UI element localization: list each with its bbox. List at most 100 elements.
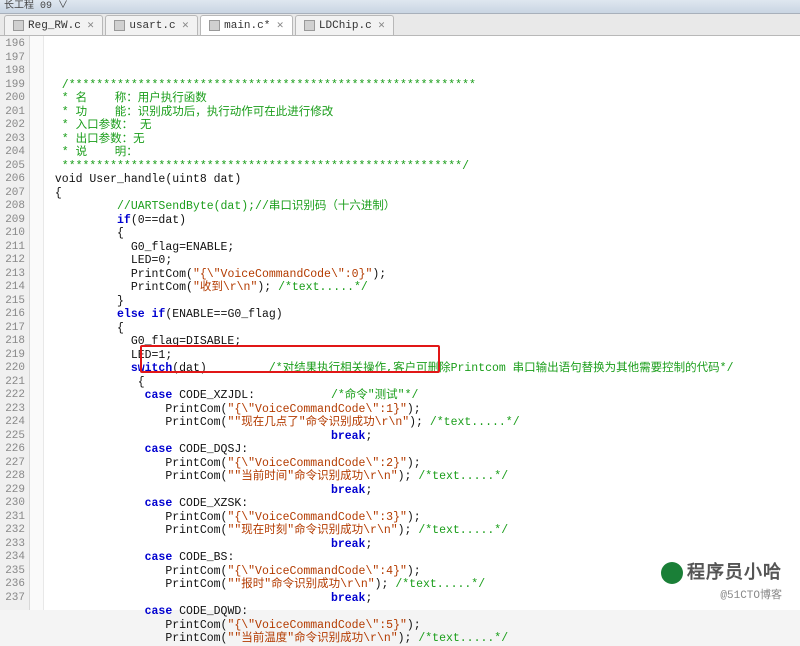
code-line[interactable]: { [48,376,800,390]
line-number: 237 [0,592,25,606]
code-line[interactable]: * 功 能：识别成功后，执行动作可在此进行修改 [48,106,800,120]
code-line[interactable]: * 出口参数：无 [48,133,800,147]
line-number: 207 [0,187,25,201]
line-number: 233 [0,538,25,552]
file-icon [13,20,24,31]
code-line[interactable]: case CODE_XZJDL: /*命令"测试"*/ [48,389,800,403]
line-number: 206 [0,173,25,187]
code-line[interactable]: /***************************************… [48,79,800,93]
code-line[interactable]: LED=0; [48,254,800,268]
close-icon[interactable]: ✕ [182,21,190,31]
code-line[interactable]: ****************************************… [48,160,800,174]
line-number: 198 [0,65,25,79]
line-number: 227 [0,457,25,471]
line-number: 202 [0,119,25,133]
line-number: 215 [0,295,25,309]
code-area[interactable]: /***************************************… [44,36,800,610]
code-line[interactable]: PrintCom("{\"VoiceCommandCode\":3}"); [48,511,800,525]
watermark: 程序员小哈 @51CTO博客 [661,558,782,602]
watermark-sub: @51CTO博客 [661,586,782,602]
code-line[interactable]: PrintCom(""现在时刻"命令识别成功\r\n"); /*text....… [48,524,800,538]
code-line[interactable]: G0_flag=ENABLE; [48,241,800,255]
code-line[interactable]: case CODE_XZSK: [48,497,800,511]
file-icon [209,20,220,31]
line-number: 225 [0,430,25,444]
tab-usartc[interactable]: usart.c ✕ [105,15,198,35]
tab-RegRWc[interactable]: Reg_RW.c ✕ [4,15,103,35]
code-line[interactable]: break; [48,484,800,498]
code-line[interactable]: PrintCom(""当前时间"命令识别成功\r\n"); /*text....… [48,470,800,484]
code-line[interactable]: * 名 称：用户执行函数 [48,92,800,106]
tab-label: usart.c [129,20,175,32]
code-line[interactable]: PrintCom("收到\r\n"); /*text.....*/ [48,281,800,295]
tab-mainc[interactable]: main.c* ✕ [200,15,293,35]
line-number: 236 [0,578,25,592]
code-line[interactable]: PrintCom("{\"VoiceCommandCode\":5}"); [48,619,800,633]
close-icon[interactable]: ✕ [378,21,386,31]
line-number: 229 [0,484,25,498]
code-line[interactable]: break; [48,430,800,444]
line-number: 221 [0,376,25,390]
code-line[interactable]: * 说 明： [48,146,800,160]
code-line[interactable]: break; [48,538,800,552]
tab-label: Reg_RW.c [28,20,81,32]
line-number: 208 [0,200,25,214]
watermark-name: 程序员小哈 [687,564,782,584]
line-number: 219 [0,349,25,363]
line-number: 230 [0,497,25,511]
code-line[interactable]: PrintCom(""当前温度"命令识别成功\r\n"); /*text....… [48,632,800,646]
line-number: 216 [0,308,25,322]
line-number: 218 [0,335,25,349]
line-number: 200 [0,92,25,106]
code-line[interactable]: { [48,322,800,336]
code-line[interactable]: * 入口参数： 无 [48,119,800,133]
avatar-icon [661,562,683,584]
line-number: 220 [0,362,25,376]
code-editor: 1961971981992002012022032042052062072082… [0,36,800,610]
line-number: 223 [0,403,25,417]
line-number: 217 [0,322,25,336]
line-number: 228 [0,470,25,484]
code-line[interactable]: PrintCom("{\"VoiceCommandCode\":0}"); [48,268,800,282]
code-line[interactable]: PrintCom(""现在几点了"命令识别成功\r\n"); /*text...… [48,416,800,430]
line-number: 211 [0,241,25,255]
line-number: 197 [0,52,25,66]
line-number: 234 [0,551,25,565]
highlight-annotation [140,345,440,373]
tab-LDChipc[interactable]: LDChip.c ✕ [295,15,394,35]
close-icon[interactable]: ✕ [87,21,95,31]
line-number-gutter: 1961971981992002012022032042052062072082… [0,36,30,610]
code-line[interactable]: case CODE_DQSJ: [48,443,800,457]
tab-label: main.c* [224,20,270,32]
line-number: 201 [0,106,25,120]
code-line[interactable]: PrintCom("{\"VoiceCommandCode\":1}"); [48,403,800,417]
line-number: 212 [0,254,25,268]
code-line[interactable]: case CODE_DQWD: [48,605,800,619]
code-line[interactable]: { [48,187,800,201]
code-line[interactable]: void User_handle(uint8 dat) [48,173,800,187]
line-number: 199 [0,79,25,93]
code-line[interactable]: PrintCom("{\"VoiceCommandCode\":2}"); [48,457,800,471]
line-number: 235 [0,565,25,579]
line-number: 209 [0,214,25,228]
close-icon[interactable]: ✕ [276,21,284,31]
code-line[interactable]: } [48,295,800,309]
code-line[interactable]: else if(ENABLE==G0_flag) [48,308,800,322]
tab-bar: Reg_RW.c ✕ usart.c ✕ main.c* ✕ LDChip.c ✕ [0,14,800,36]
code-line[interactable]: //UARTSendByte(dat);//串口识别码（十六进制） [48,200,800,214]
file-icon [304,20,315,31]
line-number: 231 [0,511,25,525]
line-number: 232 [0,524,25,538]
fold-column [30,36,44,610]
line-number: 203 [0,133,25,147]
line-number: 226 [0,443,25,457]
code-line[interactable]: { [48,227,800,241]
line-number: 222 [0,389,25,403]
code-line[interactable]: if(0==dat) [48,214,800,228]
line-number: 204 [0,146,25,160]
tab-label: LDChip.c [319,20,372,32]
line-number: 205 [0,160,25,174]
line-number: 224 [0,416,25,430]
line-number: 196 [0,38,25,52]
line-number: 214 [0,281,25,295]
